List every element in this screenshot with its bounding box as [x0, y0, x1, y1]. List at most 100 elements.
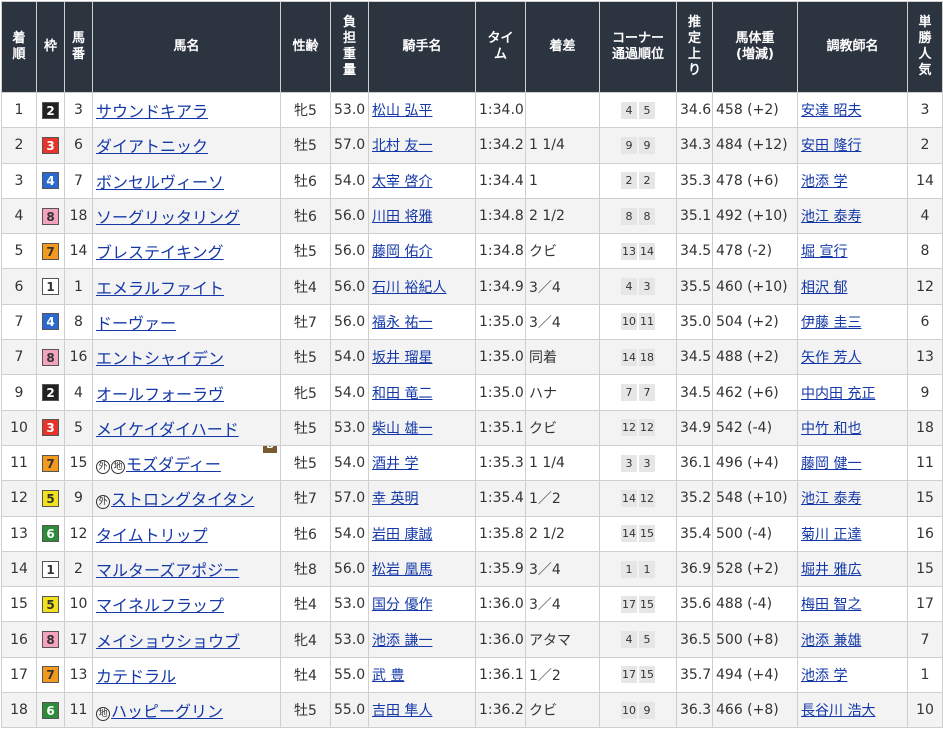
horse-name-cell: カテドラル — [92, 656, 281, 694]
umaban-cell: 13 — [64, 656, 93, 694]
race-result-table: 着順 枠 馬番 馬名 性齢 負担重量 騎手名 タイム 着差 コーナー 通過順位 推… — [1, 1, 943, 729]
jockey-link[interactable]: 坂井 瑠星 — [372, 350, 432, 366]
umaban-cell: 1 — [64, 268, 93, 305]
jockey-link[interactable]: 岩田 康誠 — [372, 527, 432, 543]
waku-cell: 4 — [36, 162, 65, 199]
corner-position: 14 — [621, 525, 637, 543]
horse-name-link[interactable]: オールフォーラヴ — [96, 385, 224, 404]
sex-age-cell: 牡4 — [280, 586, 331, 623]
last3f-cell: 36.9 — [676, 550, 713, 588]
time-cell: 1:36.2 — [475, 692, 526, 729]
header-jockey: 騎手名 — [368, 1, 476, 93]
jockey-link[interactable]: 川田 将雅 — [372, 209, 432, 225]
trainer-link[interactable]: 池添 学 — [801, 668, 847, 684]
trainer-link[interactable]: 安達 昭夫 — [801, 103, 861, 119]
trainer-link[interactable]: 梅田 智之 — [801, 597, 861, 613]
jockey-link[interactable]: 藤岡 佑介 — [372, 244, 432, 260]
horse-name-link[interactable]: モズダディー — [126, 455, 221, 474]
trainer-link[interactable]: 中竹 和也 — [801, 421, 861, 437]
trainer-link[interactable]: 池添 兼雄 — [801, 633, 861, 649]
jockey-link[interactable]: 石川 裕紀人 — [372, 280, 446, 296]
horse-name-link[interactable]: メイケイダイハード — [96, 420, 239, 439]
corner-position: 1 — [639, 560, 655, 578]
time-cell: 1:35.8 — [475, 515, 526, 552]
horse-name-link[interactable]: ストロングタイタン — [111, 490, 254, 509]
trainer-link[interactable]: 池添 学 — [801, 174, 847, 190]
weight-cell: 54.0 — [330, 444, 369, 482]
trainer-link[interactable]: 藤岡 健一 — [801, 456, 861, 472]
corner-position: 7 — [639, 384, 655, 402]
corner-positions: 13 14 — [621, 242, 655, 260]
table-row: 14 1 2 マルターズアポジー 牡8 56.0 松岩 凰馬 1:35.9 3／4 1 1 36.9 5… — [1, 550, 943, 588]
horse-name-link[interactable]: ボンセルヴィーソ — [96, 173, 224, 192]
horse-name-link[interactable]: サウンドキアラ — [96, 102, 208, 121]
trainer-cell: 中内田 充正 — [797, 374, 908, 411]
corner-position: 18 — [639, 348, 655, 366]
header-rank: 着順 — [1, 1, 37, 93]
jockey-link[interactable]: 和田 竜二 — [372, 386, 432, 402]
horse-name-link[interactable]: マルターズアポジー — [96, 561, 239, 580]
jockey-link[interactable]: 池添 謙一 — [372, 633, 432, 649]
horse-name-link[interactable]: ブレステイキング — [96, 243, 224, 262]
jockey-link[interactable]: 酒井 学 — [372, 456, 418, 472]
trainer-link[interactable]: 中内田 充正 — [801, 386, 875, 402]
trainer-link[interactable]: 伊藤 圭三 — [801, 315, 861, 331]
horse-name-link[interactable]: ダイアトニック — [96, 137, 208, 156]
trainer-link[interactable]: 長谷川 浩大 — [801, 703, 875, 719]
corner-position: 4 — [621, 278, 637, 296]
trainer-cell: 堀井 雅広 — [797, 550, 908, 588]
trainer-link[interactable]: 菊川 正達 — [801, 527, 861, 543]
corner-cell: 13 14 — [599, 233, 677, 270]
rank-cell: 2 — [1, 127, 37, 164]
jockey-link[interactable]: 北村 友一 — [372, 138, 432, 154]
popularity-cell: 11 — [907, 444, 943, 482]
waku-badge: 6 — [42, 701, 59, 719]
header-last3f: 推定上り — [676, 1, 713, 93]
jockey-link[interactable]: 福永 祐一 — [372, 315, 432, 331]
horse-name-link[interactable]: ハッピーグリン — [111, 702, 223, 721]
last3f-cell: 35.4 — [676, 515, 713, 552]
waku-badge: 8 — [42, 348, 59, 366]
corner-position: 3 — [639, 278, 655, 296]
jockey-link[interactable]: 柴山 雄一 — [372, 421, 432, 437]
horse-name-link[interactable]: タイムトリップ — [96, 526, 208, 545]
jockey-link[interactable]: 幸 英明 — [372, 491, 418, 507]
trainer-link[interactable]: 安田 隆行 — [801, 138, 861, 154]
corner-position: 12 — [639, 419, 655, 437]
trainer-link[interactable]: 堀 宣行 — [801, 244, 847, 260]
margin-cell: クビ — [525, 692, 600, 729]
jockey-link[interactable]: 松岩 凰馬 — [372, 562, 432, 578]
umaban-cell: 14 — [64, 233, 93, 270]
weight-cell: 53.0 — [330, 586, 369, 623]
horse-name-link[interactable]: カテドラル — [96, 667, 176, 686]
trainer-link[interactable]: 池江 泰寿 — [801, 209, 861, 225]
weight-cell: 54.0 — [330, 339, 369, 376]
corner-cell: 14 12 — [599, 480, 677, 517]
table-row: 11 7 15 外地モズダディー B 牡5 54.0 酒井 学 1:35.3 1 1/4 3 3 36.… — [1, 444, 943, 482]
waku-cell: 7 — [36, 444, 65, 482]
last3f-cell: 35.3 — [676, 162, 713, 199]
jockey-link[interactable]: 太宰 啓介 — [372, 174, 432, 190]
jockey-link[interactable]: 国分 優作 — [372, 597, 432, 613]
trainer-link[interactable]: 堀井 雅広 — [801, 562, 861, 578]
horse-name-link[interactable]: ドーヴァー — [96, 314, 176, 333]
trainer-link[interactable]: 池江 泰寿 — [801, 491, 861, 507]
horse-name-link[interactable]: マイネルフラップ — [96, 596, 224, 615]
header-horse-name: 馬名 — [92, 1, 281, 93]
corner-cell: 45 — [599, 621, 677, 658]
trainer-link[interactable]: 矢作 芳人 — [801, 350, 861, 366]
jockey-cell: 坂井 瑠星 — [368, 339, 476, 376]
time-cell: 1:36.0 — [475, 621, 526, 658]
jockey-link[interactable]: 松山 弘平 — [372, 103, 432, 119]
horse-name-link[interactable]: エントシャイデン — [96, 349, 224, 368]
horse-name-link[interactable]: エメラルファイト — [96, 279, 224, 298]
corner-position: 5 — [639, 631, 655, 649]
trainer-link[interactable]: 相沢 郁 — [801, 280, 847, 296]
horse-name-link[interactable]: ソーグリッタリング — [96, 208, 240, 227]
origin-mark-icon: 地 — [111, 460, 125, 475]
jockey-link[interactable]: 武 豊 — [372, 668, 404, 684]
corner-position: 15 — [639, 595, 655, 613]
jockey-link[interactable]: 吉田 隼人 — [372, 703, 432, 719]
sex-age-cell: 牡7 — [280, 480, 331, 517]
horse-name-link[interactable]: メイショウショウブ — [96, 632, 240, 651]
